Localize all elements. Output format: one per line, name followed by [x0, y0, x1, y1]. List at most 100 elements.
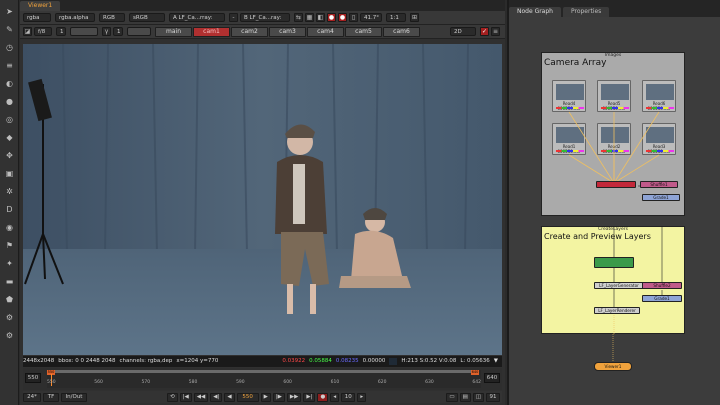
viewer-node[interactable]: Viewer1: [594, 362, 632, 371]
keyer-icon[interactable]: ◎: [4, 114, 15, 125]
tf-dropdown[interactable]: TF: [43, 392, 59, 402]
timeline-ticks: 550 560 570 580 590 600 610 620 630 642: [47, 380, 481, 388]
roi-icon[interactable]: ▦: [305, 13, 314, 22]
last-frame-icon[interactable]: ▶|: [303, 392, 316, 402]
gamma-field[interactable]: 1: [113, 27, 123, 36]
nuke-app: ➤ ✎ ◷ ≡ ◐ ● ◎ ◆ ✥ ▣ ✲ D ◉ ⚑ ✦ ▬ ⬟ ⚙ ⚙ Vi…: [0, 0, 720, 405]
3d-icon[interactable]: ▣: [4, 168, 15, 179]
eye-icon[interactable]: ◉: [4, 222, 15, 233]
audio-icon[interactable]: ◫: [472, 392, 484, 402]
filter-icon[interactable]: ●: [4, 96, 15, 107]
step-field[interactable]: 10: [341, 392, 356, 402]
tick: 642: [472, 380, 481, 385]
zoom-dropdown[interactable]: 41.7°: [360, 13, 382, 22]
viewer-image[interactable]: [23, 44, 502, 355]
gain-slider[interactable]: [70, 27, 98, 36]
next-key-icon[interactable]: ▶▶: [286, 392, 302, 402]
view-tab-cam4[interactable]: cam4: [307, 26, 344, 37]
pointer-icon[interactable]: ➤: [4, 6, 15, 17]
node-graph-tabbar: Node Graph Properties: [509, 0, 720, 17]
colorspace-dropdown[interactable]: RGB: [99, 13, 125, 22]
color-icon[interactable]: ◐: [4, 78, 15, 89]
input-b-dropdown[interactable]: B LF_Ca...ray:: [240, 13, 290, 22]
node-graph-canvas[interactable]: Images Camera Array Read4000550.exr Read…: [509, 17, 720, 405]
mode-dropdown[interactable]: 2D: [450, 27, 476, 36]
proxy-icon[interactable]: ✓: [480, 27, 489, 36]
out-marker[interactable]: 640: [471, 370, 479, 375]
channels-dropdown[interactable]: rgba: [23, 13, 51, 22]
gamma-icon[interactable]: γ: [102, 27, 111, 36]
nodes-icon[interactable]: ⚙: [4, 312, 15, 323]
compare-icon[interactable]: -: [229, 13, 238, 22]
pause-icon[interactable]: ●: [327, 13, 336, 22]
expand-icon[interactable]: ⊞: [410, 13, 419, 22]
plugins-icon[interactable]: ⚙: [4, 330, 15, 341]
first-frame-icon[interactable]: |◀: [179, 392, 192, 402]
dropdown-arrow-icon[interactable]: ▼: [494, 356, 498, 367]
loop-icon[interactable]: ▭: [446, 392, 458, 402]
left-toolbar: ➤ ✎ ◷ ≡ ◐ ● ◎ ◆ ✥ ▣ ✲ D ◉ ⚑ ✦ ▬ ⬟ ⚙ ⚙: [0, 0, 19, 405]
step-back-icon[interactable]: ◂: [330, 392, 340, 402]
timeline-range-bar[interactable]: [49, 370, 479, 373]
record-icon[interactable]: ●: [317, 392, 329, 402]
viewer-toolbar-1: rgba rgba.alpha RGB sRGB A LF_Ca...rray:…: [20, 11, 505, 25]
particles-icon[interactable]: ✦: [4, 258, 15, 269]
tick: 570: [141, 380, 151, 385]
timeline-ruler[interactable]: 550 640 550 560 570 580 590 600 610 620 …: [47, 370, 481, 388]
metadata-icon[interactable]: ⚑: [4, 240, 15, 251]
clip-icon[interactable]: ◧: [316, 13, 325, 22]
viewer-connection: [612, 334, 614, 361]
tick: 620: [377, 380, 387, 385]
tick: 580: [188, 380, 198, 385]
tab-properties[interactable]: Properties: [562, 7, 610, 17]
bounce-icon[interactable]: ⟲: [167, 392, 178, 402]
view-tab-main[interactable]: main: [155, 26, 192, 37]
lut-dropdown[interactable]: sRGB: [129, 13, 165, 22]
step-forward-icon[interactable]: ▸: [357, 392, 367, 402]
lock-icon[interactable]: ▯: [349, 13, 358, 22]
current-frame-field[interactable]: 550: [236, 392, 259, 402]
tick: 610: [330, 380, 340, 385]
tick: 600: [283, 380, 292, 385]
other-icon[interactable]: ⬟: [4, 294, 15, 305]
color-picker-icon[interactable]: ◪: [23, 27, 32, 36]
out-frame-field[interactable]: 640: [484, 373, 500, 383]
alpha-dropdown[interactable]: rgba.alpha: [55, 13, 95, 22]
next-frame-icon[interactable]: |▶: [272, 392, 285, 402]
cache-icon[interactable]: ▤: [459, 392, 471, 402]
view-tab-cam2[interactable]: cam2: [231, 26, 268, 37]
view-tab-cam1[interactable]: cam1: [193, 26, 230, 37]
tab-node-graph[interactable]: Node Graph: [509, 7, 561, 17]
tab-viewer1[interactable]: Viewer1: [20, 1, 61, 11]
end-field[interactable]: 91: [486, 392, 500, 402]
ratio-dropdown[interactable]: 1:1: [386, 13, 406, 22]
fps-dropdown[interactable]: 24*: [23, 392, 41, 402]
play-icon[interactable]: ▶: [260, 392, 271, 402]
gain-field[interactable]: 1: [56, 27, 66, 36]
toolsets-icon[interactable]: ▬: [4, 276, 15, 287]
prev-key-icon[interactable]: ◀◀: [193, 392, 209, 402]
time-icon[interactable]: ◷: [4, 42, 15, 53]
gamma-slider[interactable]: [127, 27, 151, 36]
deep-icon[interactable]: D: [4, 204, 15, 215]
settings-icon[interactable]: ≡: [491, 27, 500, 36]
wipe-icon[interactable]: ⇆: [294, 13, 303, 22]
view-tab-cam3[interactable]: cam3: [269, 26, 306, 37]
range-dropdown[interactable]: In/Out: [61, 392, 87, 402]
refresh-icon[interactable]: ●: [338, 13, 347, 22]
channels-label: channels: rgba,dep: [119, 358, 173, 364]
transform-icon[interactable]: ✥: [4, 150, 15, 161]
fstop-field[interactable]: f/8: [34, 27, 52, 36]
prev-frame-icon[interactable]: ◀|: [210, 392, 223, 402]
timeline[interactable]: 550 550 640 550 560 570 580 590 600 610 …: [23, 368, 502, 390]
input-a-dropdown[interactable]: A LF_Ca...rray:: [169, 13, 225, 22]
in-frame-field[interactable]: 550: [25, 373, 41, 383]
views-icon[interactable]: ✲: [4, 186, 15, 197]
channel-icon[interactable]: ≡: [4, 60, 15, 71]
play-back-icon[interactable]: ◀: [224, 392, 235, 402]
paint-icon[interactable]: ✎: [4, 24, 15, 35]
merge-icon[interactable]: ◆: [4, 132, 15, 143]
view-tab-cam5[interactable]: cam5: [345, 26, 382, 37]
view-tab-cam6[interactable]: cam6: [383, 26, 420, 37]
tick: 590: [236, 380, 245, 385]
